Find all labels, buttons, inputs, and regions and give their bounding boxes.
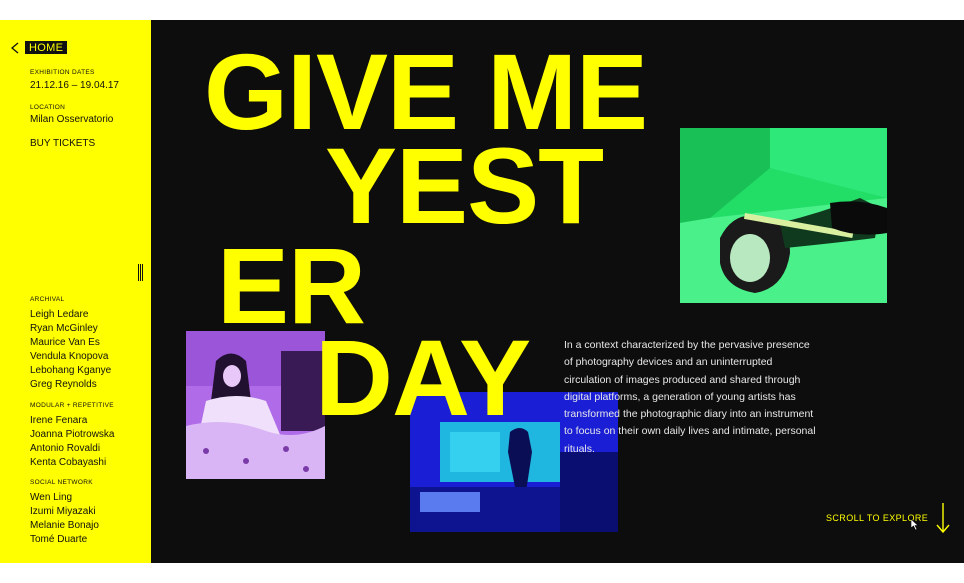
group-label: MODULAR + REPETITIVE xyxy=(30,402,114,409)
photo-green-illustration xyxy=(680,128,887,303)
chevron-left-icon xyxy=(10,42,19,53)
photo-purple-bedroom xyxy=(186,331,325,479)
artist-link[interactable]: Izumi Miyazaki xyxy=(30,505,99,519)
cursor-icon xyxy=(911,519,919,530)
home-link[interactable]: HOME xyxy=(10,41,68,54)
artist-group-archival: ARCHIVAL Leigh Ledare Ryan McGinley Maur… xyxy=(30,296,111,392)
group-label: ARCHIVAL xyxy=(30,296,65,303)
main-content: GIVE ME YEST ER DAY In a context charact… xyxy=(151,20,964,563)
resize-handle-icon[interactable] xyxy=(138,264,144,281)
artist-link[interactable]: Antonio Rovaldi xyxy=(30,442,115,456)
artist-link[interactable]: Maurice Van Es xyxy=(30,336,111,350)
artist-link[interactable]: Ryan McGinley xyxy=(30,322,111,336)
photo-purple-illustration xyxy=(186,331,325,479)
artist-link[interactable]: Irene Fenara xyxy=(30,414,115,428)
exhibition-dates-value: 21.12.16 – 19.04.17 xyxy=(30,80,119,91)
home-button[interactable]: HOME xyxy=(25,41,68,54)
artist-link[interactable]: Lebohang Kganye xyxy=(30,364,111,378)
artist-group-modular-repetitive: MODULAR + REPETITIVE Irene Fenara Joanna… xyxy=(30,402,115,470)
artist-link[interactable]: Vendula Knopova xyxy=(30,350,111,364)
exhibition-dates-label: EXHIBITION DATES xyxy=(30,69,95,76)
artist-link[interactable]: Tomé Duarte xyxy=(30,533,99,547)
photo-green-portrait xyxy=(680,128,887,303)
scroll-to-explore-button[interactable]: SCROLL TO EXPLORE xyxy=(826,502,950,534)
headline-line-4: DAY xyxy=(315,317,531,438)
artist-link[interactable]: Kenta Cobayashi xyxy=(30,456,115,470)
artist-link[interactable]: Leigh Ledare xyxy=(30,308,111,322)
location-label: LOCATION xyxy=(30,104,66,111)
buy-tickets-link[interactable]: BUY TICKETS xyxy=(30,138,95,149)
artist-link[interactable]: Joanna Piotrowska xyxy=(30,428,115,442)
artist-group-social-network: SOCIAL NETWORK Wen Ling Izumi Miyazaki M… xyxy=(30,479,99,547)
artist-link[interactable]: Wen Ling xyxy=(30,491,99,505)
arrow-down-icon xyxy=(936,503,950,534)
group-label: SOCIAL NETWORK xyxy=(30,479,93,486)
intro-paragraph: In a context characterized by the pervas… xyxy=(564,339,816,455)
headline-line-2: YEST xyxy=(325,125,604,246)
page-frame: HOME EXHIBITION DATES 21.12.16 – 19.04.1… xyxy=(0,20,964,563)
artist-link[interactable]: Melanie Bonajo xyxy=(30,519,99,533)
location-value: Milan Osservatorio xyxy=(30,114,114,125)
artist-link[interactable]: Greg Reynolds xyxy=(30,378,111,392)
sidebar: HOME EXHIBITION DATES 21.12.16 – 19.04.1… xyxy=(0,20,151,563)
